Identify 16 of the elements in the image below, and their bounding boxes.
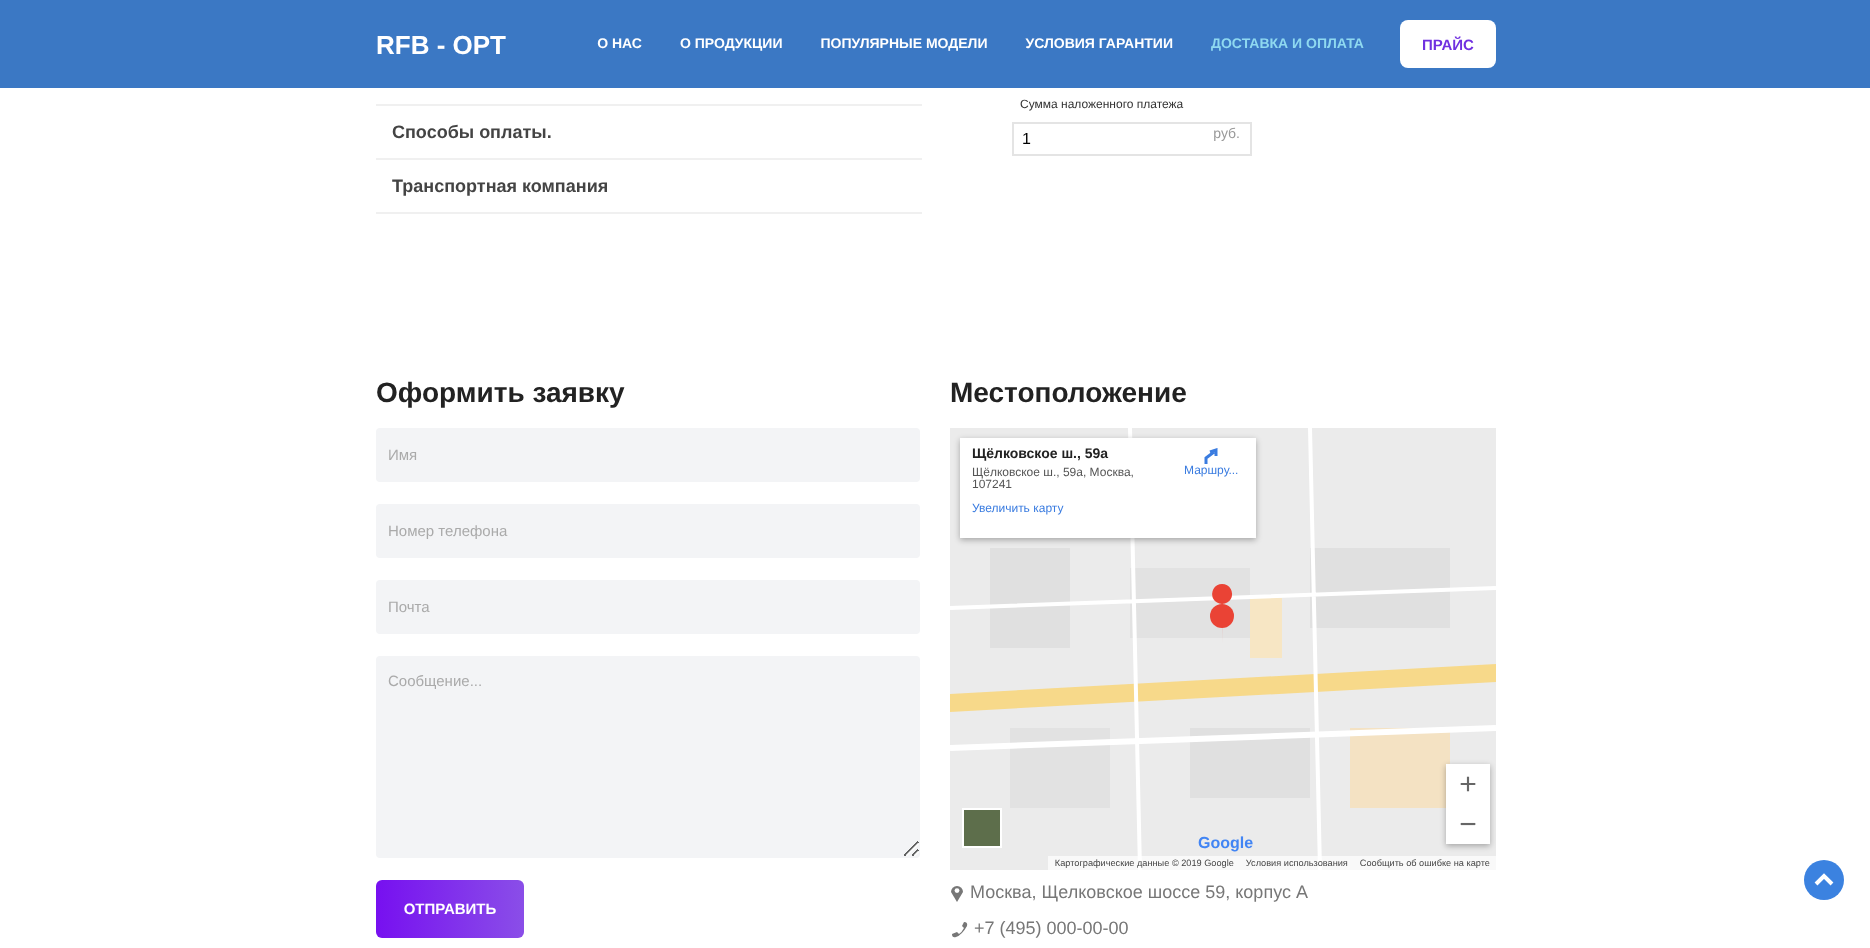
form-title: Оформить заявку — [376, 376, 627, 410]
location-title: Местоположение — [950, 376, 1189, 410]
phone-text: +7 (495) 000-00-00 — [974, 918, 1129, 938]
phone-icon — [950, 919, 968, 937]
directions-icon — [1202, 448, 1221, 466]
zoom-out-button[interactable]: − — [1446, 804, 1490, 844]
address-text: Москва, Щелковское шоссе 59, корпус А — [970, 882, 1308, 902]
map-pin-icon — [950, 883, 964, 901]
zoom-in-button[interactable]: + — [1446, 764, 1490, 804]
section-heading: Способы оплаты. — [390, 122, 552, 142]
satellite-toggle[interactable] — [962, 808, 1002, 848]
chevron-up-icon — [1814, 872, 1834, 888]
map-logo: Google — [1198, 834, 1254, 852]
site-logo[interactable]: RFB - OPT — [376, 29, 506, 59]
section-heading: Транспортная компания — [390, 176, 609, 196]
scroll-top-button[interactable] — [1804, 860, 1844, 900]
